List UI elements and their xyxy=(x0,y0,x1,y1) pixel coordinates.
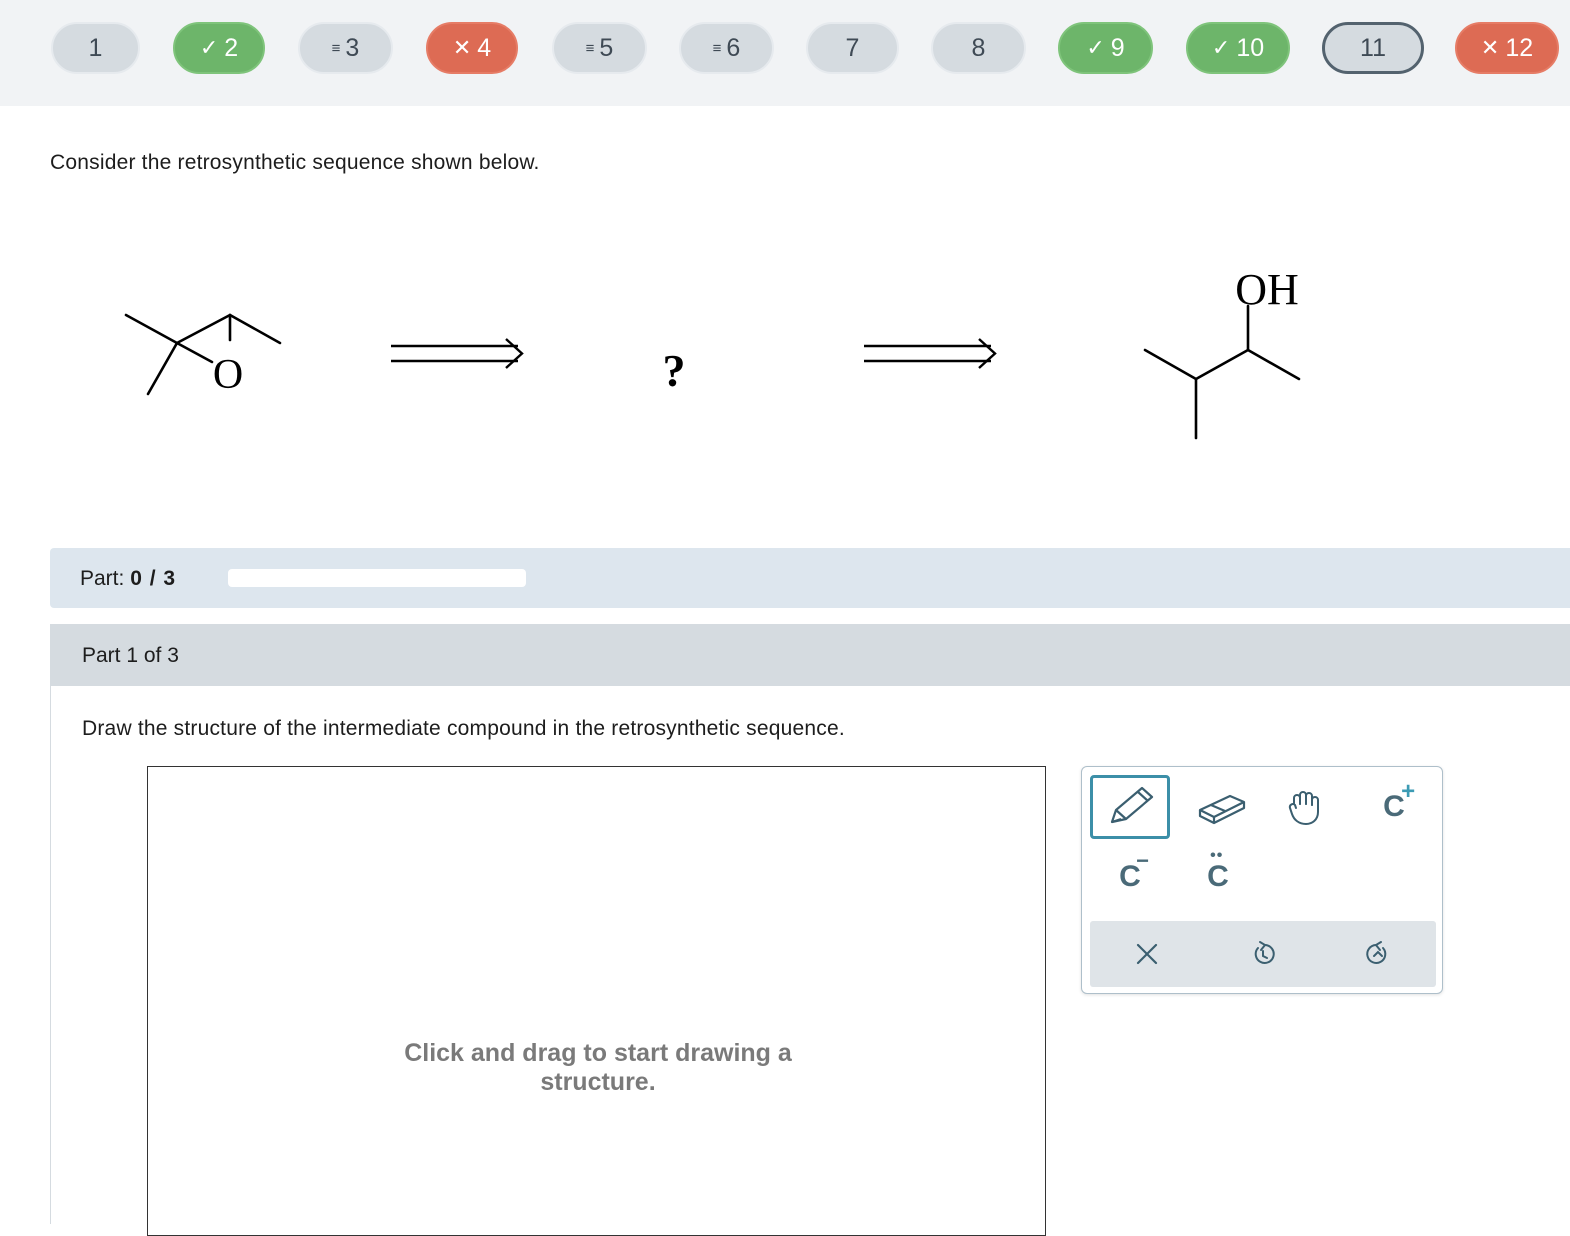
hydroxyl-group-label: OH xyxy=(1235,265,1299,314)
question-9-button[interactable]: ✓ 9 xyxy=(1058,22,1153,74)
cross-icon: ✕ xyxy=(1480,35,1500,60)
canvas-hint: Click and drag to start drawing a struct… xyxy=(404,1039,792,1096)
eraser-icon xyxy=(1198,794,1246,825)
clear-button[interactable] xyxy=(1117,930,1177,978)
bond xyxy=(1194,348,1250,381)
pencil-tool-button[interactable] xyxy=(1090,775,1170,839)
bond xyxy=(228,313,282,345)
drawing-canvas[interactable]: Click and drag to start drawing a struct… xyxy=(147,766,1046,1236)
question-number: 6 xyxy=(726,33,741,62)
pencil-icon xyxy=(1110,786,1154,824)
carbanion-tool-button[interactable]: C − xyxy=(1090,845,1170,909)
question-number: 9 xyxy=(1110,33,1125,62)
carbocation-icon: C + xyxy=(1383,778,1416,823)
carbocation-tool-button[interactable]: C + xyxy=(1354,775,1434,839)
part-card: Part 1 of 3 Draw the structure of the in… xyxy=(50,624,1570,1236)
clear-icon xyxy=(1136,943,1158,965)
epoxide-structure xyxy=(124,313,282,396)
question-number: 12 xyxy=(1505,33,1534,62)
question-prompt: Consider the retrosynthetic sequence sho… xyxy=(50,151,540,174)
redo-icon xyxy=(1366,941,1387,964)
redo-button[interactable] xyxy=(1348,930,1408,978)
partial-lines-icon: ≡ xyxy=(712,39,722,57)
question-number: 11 xyxy=(1360,33,1386,62)
bond xyxy=(146,341,179,396)
bond xyxy=(1143,348,1198,381)
progress-track xyxy=(228,569,526,587)
question-number: 10 xyxy=(1236,33,1265,62)
question-navigation-bar: 1 ✓ 2 ≡ 3 ✕ 4 ≡ 5 ≡ 6 7 8 ✓ 9 ✓ 10 11 ✕ … xyxy=(0,0,1570,106)
question-2-button[interactable]: ✓ 2 xyxy=(173,22,265,74)
check-icon: ✓ xyxy=(1086,35,1105,60)
question-12-button[interactable]: ✕ 12 xyxy=(1455,22,1559,74)
question-number: 5 xyxy=(599,33,614,62)
oxygen-atom-label: O xyxy=(213,352,243,398)
part-progress-bar: Part: 0 / 3 xyxy=(50,548,1570,608)
hand-icon xyxy=(1288,791,1319,825)
question-3-button[interactable]: ≡ 3 xyxy=(298,22,393,74)
check-icon: ✓ xyxy=(1211,35,1231,60)
cross-icon: ✕ xyxy=(452,35,472,60)
question-number: 2 xyxy=(224,33,239,62)
question-number: 8 xyxy=(971,33,986,62)
question-number: 1 xyxy=(88,33,103,62)
question-4-button[interactable]: ✕ 4 xyxy=(426,22,518,74)
question-7-button[interactable]: 7 xyxy=(806,22,899,74)
question-11-button[interactable]: 11 xyxy=(1322,22,1424,74)
part-count: 0 / 3 xyxy=(130,567,177,590)
bond xyxy=(175,313,232,345)
partial-lines-icon: ≡ xyxy=(585,39,595,57)
unknown-intermediate: ? xyxy=(663,345,686,396)
part-label: Part: xyxy=(80,567,125,590)
part-header: Part 1 of 3 xyxy=(51,624,1570,686)
question-number: 3 xyxy=(345,33,360,62)
eraser-tool-button[interactable] xyxy=(1182,775,1262,839)
part-counter: Part: 0 / 3 xyxy=(80,567,176,591)
lone-pair-carbon-icon: C •• xyxy=(1207,847,1229,893)
hand-tool-button[interactable] xyxy=(1268,775,1348,839)
retrosynthesis-scheme: O ? OH xyxy=(124,265,1301,440)
question-5-button[interactable]: ≡ 5 xyxy=(552,22,647,74)
partial-lines-icon: ≡ xyxy=(331,39,341,57)
undo-icon xyxy=(1254,941,1275,964)
bond xyxy=(175,341,214,364)
toolbar-actions xyxy=(1090,921,1436,987)
lone-pair-tool-button[interactable]: C •• xyxy=(1178,845,1258,909)
drawing-toolbar: C + C − C •• xyxy=(1081,766,1443,994)
retro-arrow-2 xyxy=(864,338,997,369)
question-6-button[interactable]: ≡ 6 xyxy=(679,22,774,74)
question-number: 7 xyxy=(845,33,860,62)
check-icon: ✓ xyxy=(199,35,219,60)
carbanion-icon: C − xyxy=(1119,848,1150,893)
question-1-button[interactable]: 1 xyxy=(51,22,140,74)
question-number: 4 xyxy=(477,33,492,62)
retro-arrow-1 xyxy=(391,338,524,369)
part-instruction: Draw the structure of the intermediate c… xyxy=(82,717,845,740)
question-8-button[interactable]: 8 xyxy=(931,22,1026,74)
bond xyxy=(1246,348,1301,381)
undo-button[interactable] xyxy=(1233,930,1293,978)
alcohol-structure xyxy=(1143,304,1301,440)
question-10-button[interactable]: ✓ 10 xyxy=(1186,22,1290,74)
bond xyxy=(124,313,179,345)
